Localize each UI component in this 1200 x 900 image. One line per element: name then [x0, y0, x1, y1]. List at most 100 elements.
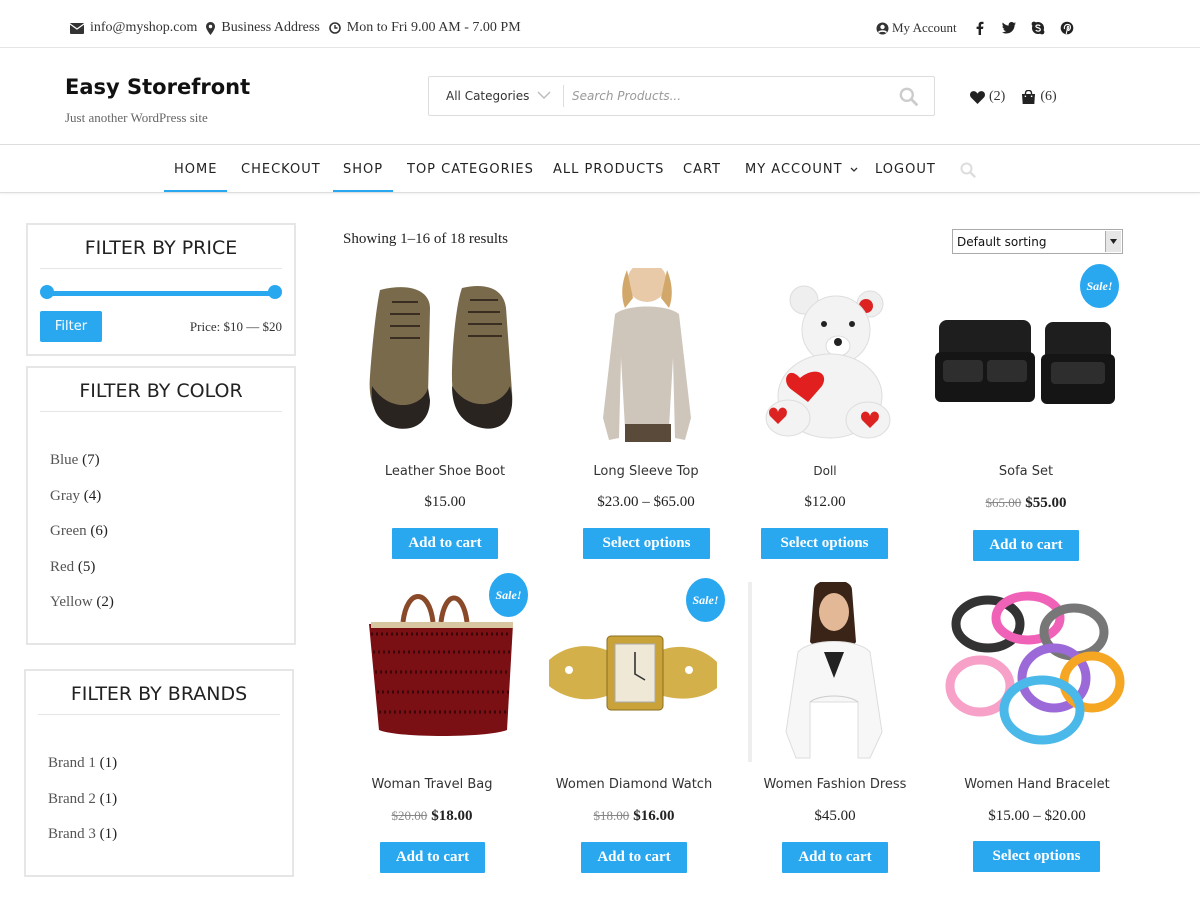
product-title[interactable]: Doll [730, 464, 920, 478]
product-price: $15.00 [350, 494, 540, 511]
price-old: $20.00 [391, 808, 428, 823]
add-to-cart-button[interactable]: Add to cart [782, 842, 888, 873]
site-tagline: Just another WordPress site [65, 110, 208, 125]
product-price: $20.00 $18.00 [337, 808, 527, 825]
color-filter-link[interactable]: Yellow [50, 594, 93, 610]
main-navigation: HOME CHECKOUT SHOP TOP CATEGORIES ALL PR… [0, 146, 1200, 193]
site-title[interactable]: Easy Storefront [65, 75, 250, 99]
price-current: $45.00 [814, 808, 856, 824]
widget-title: FILTER BY BRANDS [38, 683, 280, 715]
wishlist-link[interactable]: (2) [970, 89, 1005, 105]
nav-item-all-products[interactable]: ALL PRODUCTS [553, 162, 664, 177]
nav-item-checkout[interactable]: CHECKOUT [241, 162, 321, 177]
product-card: Long Sleeve Top $23.00 – $65.00 Select o… [551, 268, 741, 563]
product-title[interactable]: Sofa Set [931, 464, 1121, 479]
filter-by-color-widget: FILTER BY COLOR Blue (7) Gray (4) Green … [26, 366, 296, 645]
email-text: info@myshop.com [90, 20, 198, 35]
price-slider-track[interactable] [46, 291, 275, 296]
filter-by-price-widget: FILTER BY PRICE Filter Price: $10 — $20 [26, 223, 296, 356]
nav-item-top-categories[interactable]: TOP CATEGORIES [407, 162, 534, 177]
product-title[interactable]: Long Sleeve Top [551, 464, 741, 479]
price-current: $55.00 [1025, 495, 1067, 511]
facebook-icon[interactable] [973, 20, 987, 36]
brand-filter-link[interactable]: Brand 2 [48, 791, 96, 807]
select-options-button[interactable]: Select options [583, 528, 710, 559]
product-price: $23.00 – $65.00 [551, 494, 741, 511]
price-current: $18.00 [431, 808, 473, 824]
select-options-button[interactable]: Select options [761, 528, 888, 559]
product-card: Women Fashion Dress $45.00 Add to cart [740, 582, 930, 877]
search-icon[interactable] [899, 87, 918, 106]
product-image-long-sleeve-top[interactable] [551, 268, 741, 448]
twitter-icon[interactable] [1001, 20, 1016, 36]
nav-item-cart[interactable]: CART [683, 162, 721, 177]
list-item: Brand 3 (1) [48, 826, 117, 862]
color-filter-link[interactable]: Red [50, 559, 74, 575]
color-filter-link[interactable]: Gray [50, 488, 80, 504]
price-slider-min-handle[interactable] [40, 285, 54, 299]
product-image-doll[interactable] [730, 268, 920, 448]
price-current: $12.00 [804, 494, 846, 510]
select-options-button[interactable]: Select options [973, 841, 1100, 872]
address-text: Business Address [221, 20, 320, 35]
brand-filter-list: Brand 1 (1) Brand 2 (1) Brand 3 (1) [48, 755, 117, 862]
my-account-text: My Account [892, 20, 957, 35]
site-header: Easy Storefront Just another WordPress s… [0, 49, 1200, 145]
brand-filter-link[interactable]: Brand 1 [48, 755, 96, 771]
product-price: $45.00 [740, 808, 930, 825]
nav-item-shop[interactable]: SHOP [332, 162, 394, 192]
map-marker-icon [206, 21, 216, 35]
sorting-select[interactable]: Default sorting [952, 229, 1123, 254]
wishlist-count: (2) [989, 89, 1006, 104]
product-card: Women Hand Bracelet $15.00 – $20.00 Sele… [942, 582, 1132, 877]
nav-item-logout[interactable]: LOGOUT [875, 162, 936, 177]
nav-item-my-account-label: MY ACCOUNT [745, 162, 843, 177]
my-account-link[interactable]: My Account [876, 20, 957, 36]
skype-icon[interactable] [1031, 20, 1045, 36]
search-divider [563, 85, 564, 107]
list-item: Blue (7) [50, 452, 114, 488]
search-input[interactable] [572, 85, 882, 107]
nav-item-home[interactable]: HOME [163, 162, 229, 192]
category-select[interactable]: All Categories [446, 89, 529, 103]
product-image-hand-bracelet[interactable] [942, 582, 1132, 762]
list-item: Green (6) [50, 523, 114, 559]
color-filter-link[interactable]: Blue [50, 452, 78, 468]
email-contact[interactable]: info@myshop.com [70, 20, 197, 36]
shopping-bag-icon [1022, 90, 1036, 104]
nav-item-my-account[interactable]: MY ACCOUNT [745, 162, 858, 177]
product-image-shoe-boot[interactable] [350, 268, 540, 448]
item-count: (1) [99, 790, 118, 807]
dropdown-arrow-icon [1105, 231, 1121, 252]
cart-link[interactable]: (6) [1021, 89, 1057, 105]
pinterest-icon[interactable] [1060, 20, 1074, 36]
price-range-label: Price: $10 — $20 [189, 319, 282, 334]
price-old: $18.00 [593, 808, 630, 823]
chevron-down-icon[interactable] [537, 91, 551, 100]
product-price: $15.00 – $20.00 [942, 808, 1132, 825]
price-slider-max-handle[interactable] [268, 285, 282, 299]
add-to-cart-button[interactable]: Add to cart [392, 528, 498, 559]
filter-by-brands-widget: FILTER BY BRANDS Brand 1 (1) Brand 2 (1)… [24, 669, 294, 877]
product-image-fashion-dress[interactable] [740, 582, 930, 762]
product-title[interactable]: Women Fashion Dress [740, 777, 930, 792]
color-filter-link[interactable]: Green [50, 523, 87, 539]
product-title[interactable]: Women Hand Bracelet [942, 777, 1132, 792]
list-item: Gray (4) [50, 488, 114, 524]
search-icon[interactable] [960, 162, 976, 178]
item-count: (5) [77, 558, 96, 575]
filter-button[interactable]: Filter [40, 311, 102, 342]
add-to-cart-button[interactable]: Add to cart [581, 842, 687, 873]
add-to-cart-button[interactable]: Add to cart [380, 842, 485, 873]
product-price: $18.00 $16.00 [539, 808, 729, 825]
product-title[interactable]: Leather Shoe Boot [350, 464, 540, 479]
add-to-cart-button[interactable]: Add to cart [973, 530, 1079, 561]
product-card: Sale! Women Diamond Watch $18.00 $16.00 A… [539, 578, 729, 877]
widget-title: FILTER BY PRICE [40, 237, 282, 269]
sale-badge: Sale! [489, 573, 528, 617]
product-title[interactable]: Woman Travel Bag [337, 777, 527, 792]
product-title[interactable]: Women Diamond Watch [539, 777, 729, 792]
brand-filter-link[interactable]: Brand 3 [48, 826, 96, 842]
hours-text: Mon to Fri 9.00 AM - 7.00 PM [346, 20, 521, 35]
cart-count: (6) [1040, 89, 1057, 104]
